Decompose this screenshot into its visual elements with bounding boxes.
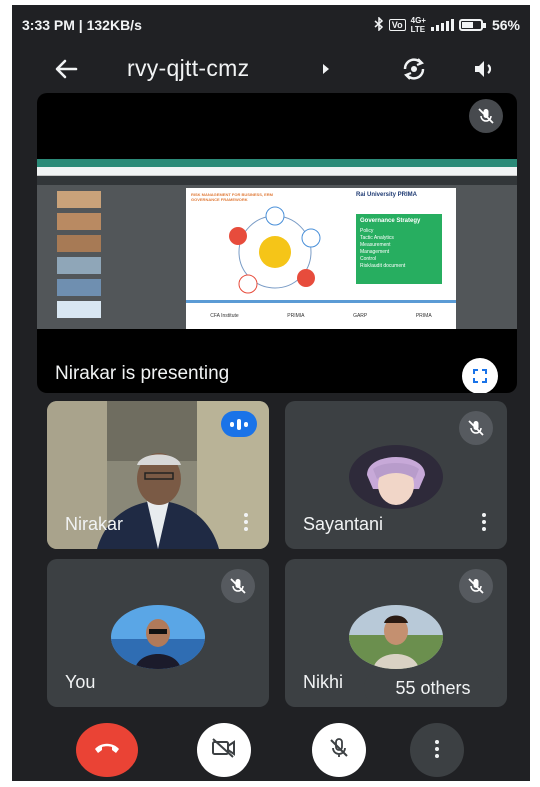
speaking-indicator-icon — [221, 411, 257, 437]
signal-icon — [430, 19, 454, 31]
participant-tile-sayantani[interactable]: Sayantani — [285, 401, 507, 549]
others-count-chip[interactable]: 55 others — [364, 669, 502, 707]
slide-thumb — [57, 235, 101, 252]
shared-screen: RISK MANAGEMENT FOR BUSINESS, ERM GOVERN… — [37, 159, 517, 329]
governance-item: Control — [360, 256, 377, 262]
call-top-bar: rvy-qjtt-cmz — [12, 45, 530, 93]
bluetooth-icon — [374, 15, 384, 34]
mic-toggle-button[interactable] — [312, 723, 366, 777]
network-tag-bottom: LTE — [410, 25, 426, 34]
mic-off-icon — [459, 411, 493, 445]
camera-off-icon — [211, 737, 237, 763]
camera-toggle-button[interactable] — [197, 723, 251, 777]
governance-item: Tactic Analytics — [360, 235, 394, 241]
fullscreen-icon[interactable] — [462, 358, 498, 393]
status-time-speed: 3:33 PM | 132KB/s — [22, 17, 142, 33]
participant-tile-nirakar[interactable]: Nirakar — [47, 401, 269, 549]
status-bar: 3:33 PM | 132KB/s Vo 4G+ LTE 56% — [12, 5, 530, 45]
risk-cycle-diagram — [229, 206, 321, 294]
governance-title: Governance Strategy — [360, 218, 421, 224]
slide-left-title: RISK MANAGEMENT FOR BUSINESS, ERM GOVERN… — [191, 192, 274, 202]
participant-name: Nirakar — [65, 514, 124, 534]
slide: RISK MANAGEMENT FOR BUSINESS, ERM GOVERN… — [186, 188, 456, 329]
slide-footer: CFA Institute PRIMIA GARP PRIMA — [186, 300, 456, 329]
camera-switch-icon[interactable] — [400, 56, 428, 82]
governance-item: Measurement — [360, 242, 391, 248]
participant-name: Sayantani — [303, 514, 384, 534]
mic-off-icon — [221, 569, 255, 603]
slide-thumb — [57, 191, 101, 208]
browser-tabs — [37, 159, 517, 167]
participant-tile-you[interactable]: You — [47, 559, 269, 707]
slide-viewer: RISK MANAGEMENT FOR BUSINESS, ERM GOVERN… — [119, 185, 517, 329]
mic-off-icon — [459, 569, 493, 603]
volte-badge: Vo — [388, 19, 406, 31]
slide-thumbnails — [37, 185, 119, 329]
network-type: 4G+ LTE — [411, 16, 426, 34]
mic-off-icon — [328, 737, 350, 764]
slide-thumb — [57, 213, 101, 230]
battery-icon — [458, 19, 486, 31]
governance-item: Policy — [360, 228, 374, 234]
status-icons: Vo 4G+ LTE 56% — [374, 15, 520, 34]
arrow-left-icon[interactable] — [52, 55, 82, 83]
phone-hangup-icon — [93, 740, 121, 761]
footer-logo: PRIMIA — [287, 313, 305, 319]
participant-name: Nikhi — [303, 672, 344, 692]
network-tag-top: 4G+ — [410, 16, 426, 25]
more-vertical-icon[interactable] — [243, 513, 249, 533]
chevron-right-icon[interactable] — [323, 64, 329, 74]
footer-logo: GARP — [353, 313, 368, 319]
meeting-code[interactable]: rvy-qjtt-cmz — [127, 55, 249, 82]
governance-box: Governance Strategy Policy Tactic Analyt… — [356, 214, 442, 284]
meet-screen: 3:33 PM | 132KB/s Vo 4G+ LTE 56% rvy-qjt… — [12, 5, 530, 781]
slide-university: Rai University PRIMA — [356, 192, 418, 198]
slide-thumb — [57, 257, 101, 274]
avatar — [349, 445, 443, 509]
governance-item: Management — [360, 249, 390, 255]
more-vertical-icon[interactable] — [481, 513, 487, 533]
participant-name: You — [65, 672, 96, 692]
hang-up-button[interactable] — [76, 723, 138, 777]
slide-thumb — [57, 301, 101, 318]
footer-logo: CFA Institute — [210, 313, 239, 319]
presenter-label: Nirakar is presenting — [55, 363, 230, 384]
mic-off-icon — [469, 99, 503, 133]
avatar — [349, 605, 443, 669]
footer-logo: PRIMA — [415, 313, 432, 319]
avatar — [111, 605, 205, 669]
more-options-button[interactable] — [410, 723, 464, 777]
governance-item: Risk/audit document — [360, 263, 406, 269]
presentation-tile[interactable]: RISK MANAGEMENT FOR BUSINESS, ERM GOVERN… — [37, 93, 517, 393]
speaker-icon[interactable] — [472, 57, 498, 81]
slide-thumb — [57, 279, 101, 296]
pdf-toolbar — [37, 176, 517, 185]
browser-address-bar — [37, 167, 517, 176]
battery-percent: 56% — [491, 17, 520, 33]
more-vertical-icon — [435, 739, 439, 761]
